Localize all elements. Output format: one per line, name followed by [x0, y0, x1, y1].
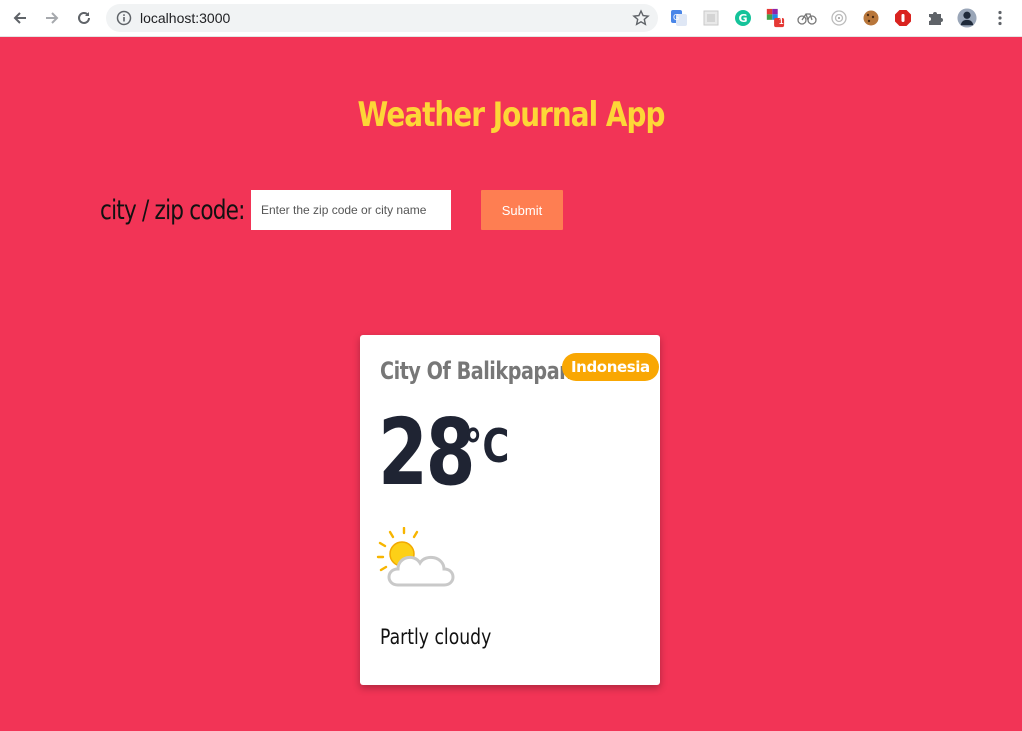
app-page: Weather Journal App city / zip code: Sub… [0, 37, 1022, 731]
country-badge: Indonesia [562, 353, 659, 381]
reload-icon [78, 11, 90, 24]
temperature-value: 28 [378, 399, 476, 506]
url-text: localhost:3000 [140, 10, 231, 26]
partly-cloudy-icon [376, 526, 464, 594]
submit-button[interactable]: Submit [481, 190, 563, 230]
profile-avatar-icon[interactable] [957, 8, 977, 28]
arrow-left-icon [13, 12, 26, 24]
zip-input[interactable] [251, 190, 451, 230]
svg-text:G: G [739, 12, 748, 25]
temperature-unit: °C [464, 419, 510, 473]
puzzle-icon[interactable] [925, 8, 945, 28]
more-menu-icon[interactable] [990, 8, 1010, 28]
city-name: City Of Balikpapan [380, 357, 573, 385]
extension-badge-count: 1 [779, 17, 784, 26]
weather-description: Partly cloudy [380, 625, 492, 649]
address-bar[interactable]: localhost:3000 [106, 4, 658, 32]
zip-label: city / zip code: [100, 195, 245, 226]
weather-card: City Of Balikpapan Indonesia 28 °C Partl… [360, 335, 660, 685]
grammarly-icon[interactable]: G [733, 8, 753, 28]
svg-text:G: G [673, 13, 679, 22]
app-title: Weather Journal App [357, 95, 666, 135]
bookmark-star-icon[interactable] [632, 9, 650, 27]
back-button[interactable] [8, 6, 32, 30]
forward-button[interactable] [40, 6, 64, 30]
screen-capture-icon[interactable] [701, 8, 721, 28]
google-translate-icon[interactable]: G [669, 8, 689, 28]
info-icon[interactable] [116, 10, 132, 26]
badge-extension-icon[interactable]: 1 [765, 8, 785, 28]
adblock-icon[interactable] [893, 8, 913, 28]
browser-toolbar: localhost:3000 G G 1 [0, 0, 1022, 37]
cookie-icon[interactable] [861, 8, 881, 28]
bike-icon[interactable] [797, 8, 817, 28]
arrow-right-icon [46, 12, 59, 24]
reload-button[interactable] [72, 6, 96, 30]
target-icon[interactable] [829, 8, 849, 28]
